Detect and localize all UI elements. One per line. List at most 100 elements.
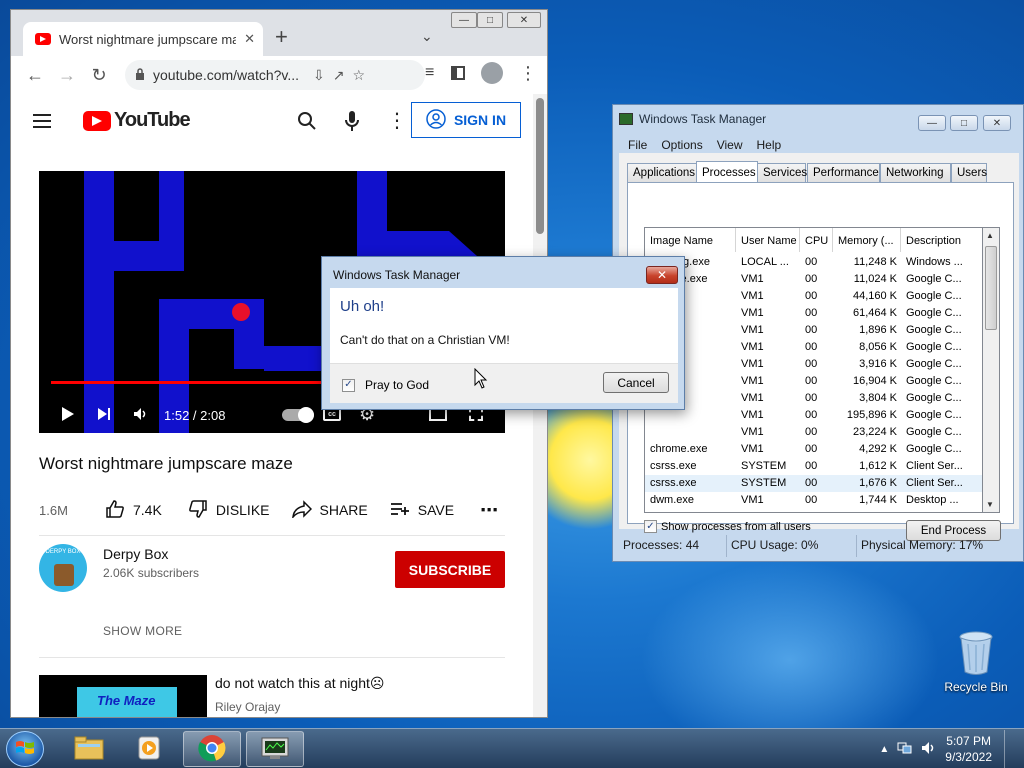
network-icon[interactable] bbox=[897, 741, 913, 758]
chrome-icon bbox=[198, 734, 226, 765]
menu-file[interactable]: File bbox=[621, 136, 654, 154]
scrollbar-thumb[interactable] bbox=[536, 98, 544, 234]
dislike-button[interactable]: DISLIKE bbox=[188, 499, 270, 522]
tab-networking[interactable]: Networking bbox=[880, 163, 951, 182]
menu-help[interactable]: Help bbox=[750, 136, 789, 154]
forward-icon[interactable]: → bbox=[51, 59, 83, 91]
share-button[interactable]: SHARE bbox=[291, 499, 368, 521]
process-list[interactable]: Image Name User Name CPU Memory (... Des… bbox=[644, 227, 983, 513]
clock[interactable]: 5:07 PM 9/3/2022 bbox=[945, 733, 992, 765]
taskbar-task-manager[interactable] bbox=[246, 731, 304, 767]
save-button[interactable]: SAVE bbox=[390, 501, 454, 520]
new-tab-button[interactable]: + bbox=[275, 24, 288, 50]
tab-search-icon[interactable]: ⌄ bbox=[421, 28, 433, 45]
taskbar-media-player[interactable] bbox=[120, 731, 178, 767]
profile-avatar[interactable] bbox=[481, 62, 503, 84]
process-row[interactable]: chrome.exeVM10011,024 KGoogle C... bbox=[645, 271, 982, 288]
recommended-thumbnail[interactable]: The Maze bbox=[39, 675, 207, 717]
pray-to-god-checkbox[interactable]: ✓ Pray to God bbox=[342, 378, 429, 392]
like-button[interactable]: 7.4K bbox=[105, 499, 162, 522]
task-manager-icon bbox=[619, 113, 633, 125]
show-more-button[interactable]: SHOW MORE bbox=[103, 624, 182, 638]
dialog-message: Can't do that on a Christian VM! bbox=[340, 333, 510, 347]
column-description[interactable]: Description bbox=[901, 228, 982, 252]
maximize-button[interactable]: □ bbox=[950, 115, 978, 131]
taskbar-explorer[interactable] bbox=[60, 731, 118, 767]
process-row[interactable]: VM1 00 195,896 K Google C... bbox=[645, 407, 982, 424]
column-user-name[interactable]: User Name bbox=[736, 228, 800, 252]
media-controls-icon[interactable]: ≡ bbox=[425, 64, 434, 82]
play-icon[interactable] bbox=[61, 406, 75, 425]
recommended-title[interactable]: do not watch this at night☹ bbox=[215, 675, 384, 692]
channel-avatar[interactable]: DERPY BOX bbox=[39, 544, 87, 592]
view-count: 1.6M bbox=[39, 502, 68, 518]
dialog-close-button[interactable]: ✕ bbox=[646, 266, 678, 284]
process-row[interactable]: VM1 00 8,056 K Google C... bbox=[645, 339, 982, 356]
process-row[interactable]: VM1 00 3,804 K Google C... bbox=[645, 390, 982, 407]
volume-icon[interactable] bbox=[133, 407, 149, 424]
hamburger-menu-icon[interactable] bbox=[33, 114, 51, 128]
process-description: Google C... bbox=[906, 426, 962, 438]
process-row[interactable]: VM1 00 44,160 K Google C... bbox=[645, 288, 982, 305]
column-memory[interactable]: Memory (... bbox=[833, 228, 901, 252]
column-image-name[interactable]: Image Name bbox=[645, 228, 736, 252]
process-row[interactable]: VM1 00 1,896 K Google C... bbox=[645, 322, 982, 339]
subscribe-button[interactable]: SUBSCRIBE bbox=[395, 551, 505, 588]
scrollbar-thumb[interactable] bbox=[985, 246, 997, 330]
address-bar[interactable]: youtube.com/watch?v... ⇩ ↗ ☆ bbox=[125, 60, 425, 90]
back-icon[interactable]: ← bbox=[19, 59, 51, 91]
channel-name[interactable]: Derpy Box bbox=[103, 546, 168, 562]
reload-icon[interactable]: ↻ bbox=[83, 59, 115, 91]
youtube-logo[interactable]: YouTube bbox=[83, 109, 191, 132]
tab-processes[interactable]: Processes bbox=[696, 161, 758, 183]
install-icon[interactable]: ⇩ bbox=[313, 67, 325, 84]
title-bar: Windows Task Manager bbox=[619, 112, 766, 126]
process-user-name: VM1 bbox=[741, 426, 764, 438]
chrome-menu-icon[interactable]: ⋮ bbox=[519, 63, 537, 84]
process-row[interactable]: csrss.exe SYSTEM 00 1,612 K Client Ser... bbox=[645, 458, 982, 475]
sign-in-button[interactable]: SIGN IN bbox=[411, 102, 521, 138]
next-icon[interactable] bbox=[97, 407, 111, 424]
maximize-button[interactable]: □ bbox=[477, 12, 503, 28]
close-button[interactable]: ✕ bbox=[507, 12, 541, 28]
divider bbox=[39, 657, 505, 658]
process-row[interactable]: VM1 00 3,916 K Google C... bbox=[645, 356, 982, 373]
recommended-video[interactable]: The Maze do not watch this at night☹ Ril… bbox=[39, 675, 505, 717]
volume-icon[interactable] bbox=[921, 741, 937, 758]
show-desktop-button[interactable] bbox=[1004, 730, 1016, 768]
more-options-icon[interactable]: ⋮ bbox=[387, 108, 407, 133]
column-cpu[interactable]: CPU bbox=[800, 228, 833, 252]
close-tab-icon[interactable]: ✕ bbox=[244, 31, 255, 47]
minimize-button[interactable]: — bbox=[451, 12, 477, 28]
taskbar-chrome[interactable] bbox=[183, 731, 241, 767]
cancel-button[interactable]: Cancel bbox=[603, 372, 669, 393]
microphone-icon[interactable] bbox=[345, 110, 359, 135]
recycle-bin[interactable]: Recycle Bin bbox=[938, 630, 1014, 694]
autoplay-toggle[interactable] bbox=[282, 407, 314, 423]
bookmark-star-icon[interactable]: ☆ bbox=[353, 67, 366, 84]
process-row[interactable]: csrss.exe SYSTEM 00 1,676 K Client Ser... bbox=[645, 475, 982, 492]
process-row[interactable]: audiodg.exeLOCAL ...0011,248 KWindows ..… bbox=[645, 254, 982, 271]
menu-options[interactable]: Options bbox=[654, 136, 709, 154]
process-row[interactable]: VM1 00 23,224 K Google C... bbox=[645, 424, 982, 441]
tab-performance[interactable]: Performance bbox=[807, 163, 880, 182]
share-icon[interactable]: ↗ bbox=[333, 67, 345, 84]
search-icon[interactable] bbox=[297, 111, 317, 134]
browser-tab[interactable]: Worst nightmare jumpscare maze ✕ bbox=[23, 22, 263, 56]
process-row[interactable]: chrome.exe VM1 00 4,292 K Google C... bbox=[645, 441, 982, 458]
tab-services[interactable]: Services bbox=[757, 163, 807, 182]
show-hidden-icons-icon[interactable]: ▲ bbox=[879, 744, 889, 755]
process-row[interactable]: VM1 00 61,464 K Google C... bbox=[645, 305, 982, 322]
start-button[interactable] bbox=[6, 731, 44, 767]
process-row[interactable]: VM1 00 16,904 K Google C... bbox=[645, 373, 982, 390]
close-button[interactable]: ✕ bbox=[983, 115, 1011, 131]
tab-users[interactable]: Users bbox=[951, 163, 987, 182]
show-all-users-checkbox[interactable]: ✓ Show processes from all users bbox=[644, 520, 811, 533]
minimize-button[interactable]: — bbox=[918, 115, 946, 131]
more-actions-icon[interactable]: ⋯ bbox=[480, 500, 498, 521]
menu-view[interactable]: View bbox=[710, 136, 750, 154]
side-panel-icon[interactable] bbox=[451, 66, 465, 80]
process-list-scrollbar[interactable]: ▲ ▼ bbox=[983, 227, 1000, 513]
tab-applications[interactable]: Applications bbox=[627, 163, 697, 182]
process-row[interactable]: dwm.exe VM1 00 1,744 K Desktop ... bbox=[645, 492, 982, 509]
